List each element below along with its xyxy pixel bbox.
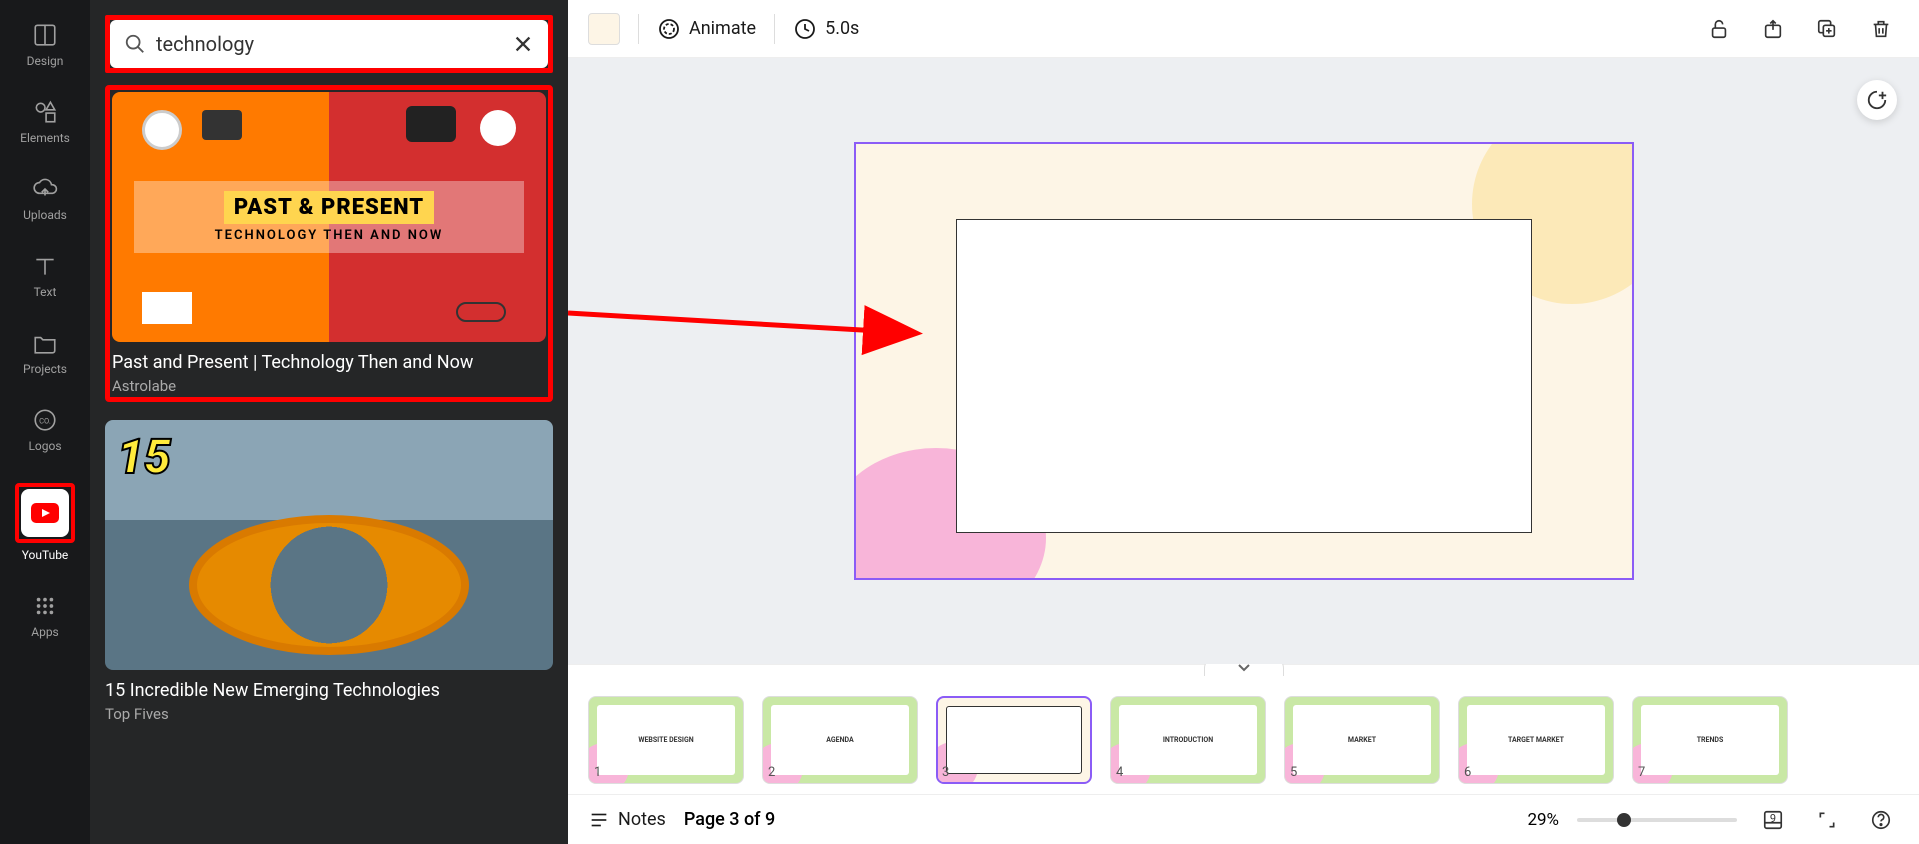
left-nav: Design Elements Uploads Text Projects CO… <box>0 0 90 844</box>
nav-youtube-label: YouTube <box>22 548 69 562</box>
result-title: Past and Present | Technology Then and N… <box>112 352 546 373</box>
duration-label: 5.0s <box>825 18 859 39</box>
result-item[interactable]: PAST & PRESENT TECHNOLOGY THEN AND NOW P… <box>105 85 553 402</box>
search-bar <box>110 20 548 68</box>
divider <box>774 14 775 44</box>
notes-label: Notes <box>618 809 666 830</box>
result-item[interactable]: 15 15 Incredible New Emerging Technologi… <box>105 420 553 723</box>
add-page-button[interactable] <box>1857 80 1897 120</box>
delete-button[interactable] <box>1863 11 1899 47</box>
result-author: Top Fives <box>105 705 553 723</box>
design-icon <box>31 21 59 49</box>
thumb-subtitle: TECHNOLOGY THEN AND NOW <box>134 228 525 243</box>
export-button[interactable] <box>1755 11 1791 47</box>
nav-elements-label: Elements <box>20 131 70 145</box>
nav-youtube[interactable]: YouTube <box>0 477 90 568</box>
search-input[interactable] <box>156 32 512 56</box>
slide-item[interactable]: WEBSITE DESIGN1 <box>588 696 744 784</box>
nav-design[interactable]: Design <box>0 15 90 74</box>
slide-number: 3 <box>942 765 949 780</box>
nav-apps-label: Apps <box>31 625 59 639</box>
footer: Notes Page 3 of 9 29% 9 9 <box>568 794 1919 844</box>
notes-button[interactable]: Notes <box>588 809 666 831</box>
main-area: Animate 5.0s WEBSITE DESIGN1 AGEND <box>568 0 1919 844</box>
fullscreen-button[interactable] <box>1809 802 1845 838</box>
svg-text:CO.: CO. <box>39 416 51 425</box>
nav-text-label: Text <box>34 285 57 299</box>
notes-icon <box>588 809 610 831</box>
slide-number: 1 <box>594 765 601 780</box>
text-icon <box>31 252 59 280</box>
duration-button[interactable]: 5.0s <box>793 17 859 41</box>
page-canvas[interactable] <box>854 142 1634 580</box>
thumb-title: PAST & PRESENT <box>224 191 434 224</box>
nav-uploads[interactable]: Uploads <box>0 169 90 228</box>
nav-projects-label: Projects <box>23 362 67 376</box>
elements-icon <box>31 98 59 126</box>
page-indicator: Page 3 of 9 <box>684 809 775 830</box>
copy-button[interactable] <box>1809 11 1845 47</box>
result-author: Astrolabe <box>112 377 546 395</box>
logos-icon: CO. <box>31 406 59 434</box>
slide-item[interactable]: MARKET5 <box>1284 696 1440 784</box>
apps-icon <box>31 592 59 620</box>
slide-item[interactable]: INTRODUCTION4 <box>1110 696 1266 784</box>
slide-number: 2 <box>768 765 775 780</box>
animate-button[interactable]: Animate <box>657 17 756 41</box>
nav-uploads-label: Uploads <box>23 208 67 222</box>
projects-icon <box>31 329 59 357</box>
slide-item[interactable]: 3 <box>936 696 1092 784</box>
slide-item[interactable]: AGENDA2 <box>762 696 918 784</box>
slide-item[interactable]: TARGET MARKET6 <box>1458 696 1614 784</box>
lock-button[interactable] <box>1701 11 1737 47</box>
result-thumbnail: PAST & PRESENT TECHNOLOGY THEN AND NOW <box>112 92 546 342</box>
content-frame[interactable] <box>956 219 1532 533</box>
canvas-area[interactable] <box>568 58 1919 664</box>
result-thumbnail: 15 <box>105 420 553 670</box>
slides-list[interactable]: WEBSITE DESIGN1 AGENDA2 3 INTRODUCTION4 … <box>568 686 1919 794</box>
zoom-value: 29% <box>1527 810 1559 830</box>
slide-strip: WEBSITE DESIGN1 AGENDA2 3 INTRODUCTION4 … <box>568 664 1919 794</box>
search-icon <box>124 33 146 55</box>
clear-search-button[interactable] <box>512 33 534 55</box>
nav-elements[interactable]: Elements <box>0 92 90 151</box>
divider <box>638 14 639 44</box>
nav-logos-label: Logos <box>28 439 61 453</box>
youtube-icon <box>21 489 69 537</box>
result-title: 15 Incredible New Emerging Technologies <box>105 680 553 701</box>
zoom-slider[interactable] <box>1577 818 1737 822</box>
slide-number: 7 <box>1638 765 1645 780</box>
nav-apps[interactable]: Apps <box>0 586 90 645</box>
clock-icon <box>793 17 817 41</box>
animate-label: Animate <box>689 18 756 39</box>
side-panel: PAST & PRESENT TECHNOLOGY THEN AND NOW P… <box>90 0 568 844</box>
page-count: 9 <box>1762 809 1784 828</box>
nav-projects[interactable]: Projects <box>0 323 90 382</box>
slide-number: 5 <box>1290 765 1297 780</box>
uploads-icon <box>31 175 59 203</box>
slide-number: 4 <box>1116 765 1123 780</box>
nav-text[interactable]: Text <box>0 246 90 305</box>
grid-view-button[interactable]: 9 <box>1755 802 1791 838</box>
slide-item[interactable]: TRENDS7 <box>1632 696 1788 784</box>
toolbar: Animate 5.0s <box>568 0 1919 58</box>
slide-number: 6 <box>1464 765 1471 780</box>
nav-logos[interactable]: CO. Logos <box>0 400 90 459</box>
thumb-badge: 15 <box>117 428 171 485</box>
animate-icon <box>657 17 681 41</box>
help-button[interactable] <box>1863 802 1899 838</box>
background-color-swatch[interactable] <box>588 13 620 45</box>
nav-design-label: Design <box>27 54 64 68</box>
